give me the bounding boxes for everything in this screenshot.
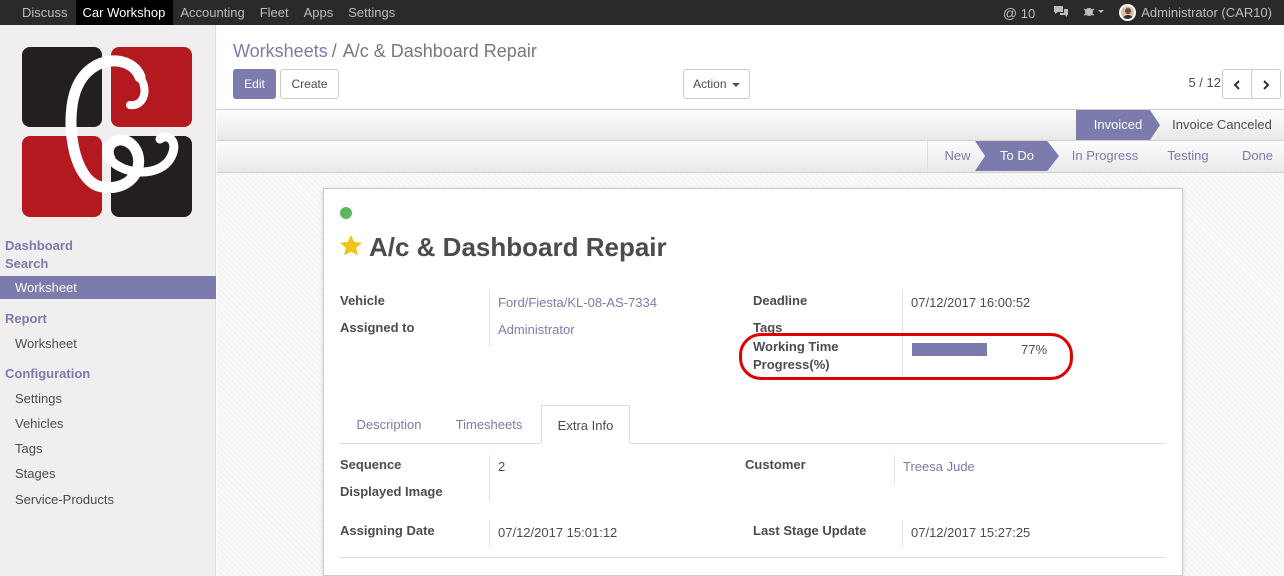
- breadcrumb: Worksheets / A/c & Dashboard Repair: [233, 41, 537, 62]
- menu-settings[interactable]: Settings: [341, 0, 403, 25]
- top-navbar: Discuss Car Workshop Accounting Fleet Ap…: [0, 0, 1284, 25]
- stage-in-progress[interactable]: In Progress: [1055, 141, 1155, 171]
- section-dashboard[interactable]: Dashboard: [5, 238, 73, 253]
- app-menu: Discuss Car Workshop Accounting Fleet Ap…: [0, 0, 403, 25]
- debug-bug-icon[interactable]: [1083, 5, 1105, 21]
- stage-new[interactable]: New: [927, 141, 987, 171]
- displayed-image-label: Displayed Image: [340, 484, 443, 499]
- assigning-date-label: Assigning Date: [340, 523, 435, 538]
- sidebar-item-settings[interactable]: Settings: [0, 387, 216, 410]
- sidebar: Dashboard Search Worksheet Report Worksh…: [0, 25, 216, 576]
- menu-apps[interactable]: Apps: [297, 0, 342, 25]
- vehicle-value[interactable]: Ford/Fiesta/KL-08-AS-7334: [498, 295, 657, 310]
- sidebar-item-vehicles[interactable]: Vehicles: [0, 412, 216, 435]
- at-icon: @: [1002, 4, 1018, 21]
- stage-done[interactable]: Done: [1231, 141, 1284, 171]
- vehicle-label: Vehicle: [340, 293, 385, 308]
- sidebar-item-service-products[interactable]: Service-Products: [0, 488, 216, 511]
- customer-value[interactable]: Treesa Jude: [903, 459, 975, 474]
- sidebar-item-search-worksheet[interactable]: Worksheet: [0, 276, 216, 299]
- record-title: A/c & Dashboard Repair: [369, 232, 667, 262]
- divider: [489, 455, 490, 501]
- deadline-value[interactable]: 07/12/2017 16:00:52: [911, 295, 1030, 310]
- assigning-date-value[interactable]: 07/12/2017 15:01:12: [498, 525, 617, 540]
- mentions-count: 10: [1020, 5, 1036, 21]
- breadcrumb-current: A/c & Dashboard Repair: [342, 41, 537, 61]
- menu-car-workshop[interactable]: Car Workshop: [75, 0, 174, 25]
- section-report: Report: [5, 311, 47, 326]
- menu-discuss[interactable]: Discuss: [0, 0, 76, 25]
- stage-to-do[interactable]: To Do: [975, 141, 1059, 171]
- stage-testing[interactable]: Testing: [1145, 141, 1231, 171]
- mentions-button[interactable]: @ 10: [1003, 5, 1035, 21]
- stage-statusbar: New To Do In Progress Testing Done: [217, 141, 1284, 173]
- chevron-right-icon: [1263, 80, 1270, 90]
- user-menu[interactable]: Administrator (CAR10): [1119, 4, 1272, 21]
- tab-extra-info[interactable]: Extra Info: [541, 405, 630, 444]
- avatar: [1119, 4, 1137, 21]
- divider: [489, 290, 490, 346]
- chat-icon[interactable]: [1053, 5, 1069, 21]
- customer-label: Customer: [745, 457, 806, 472]
- notebook-bottom-line: [340, 557, 1166, 558]
- last-stage-update-value[interactable]: 07/12/2017 15:27:25: [911, 525, 1030, 540]
- menu-fleet[interactable]: Fleet: [253, 0, 297, 25]
- sequence-value[interactable]: 2: [498, 459, 505, 474]
- sidebar-item-tags[interactable]: Tags: [0, 437, 216, 460]
- sidebar-item-stages[interactable]: Stages: [0, 462, 216, 485]
- menu-accounting[interactable]: Accounting: [173, 0, 252, 25]
- assigned-value[interactable]: Administrator: [498, 322, 575, 337]
- section-search: Search: [5, 256, 49, 271]
- tab-timesheets[interactable]: Timesheets: [442, 405, 536, 444]
- chevron-left-icon: [1233, 80, 1240, 90]
- sequence-label: Sequence: [340, 457, 402, 472]
- section-configuration: Configuration: [5, 366, 91, 381]
- breadcrumb-worksheets[interactable]: Worksheets: [233, 41, 328, 61]
- star-icon[interactable]: [339, 234, 363, 260]
- pager-next-button[interactable]: [1251, 69, 1281, 99]
- user-name: Administrator (CAR10): [1141, 5, 1272, 20]
- invoice-statusbar: Invoiced Invoice Canceled: [217, 110, 1284, 141]
- systray: @ 10 Administrator (CAR10): [1003, 0, 1284, 25]
- pager-previous-button[interactable]: [1222, 69, 1252, 99]
- action-label: Action: [693, 77, 727, 91]
- deadline-label: Deadline: [753, 293, 808, 308]
- status-invoiced[interactable]: Invoiced: [1076, 110, 1160, 140]
- pager-value[interactable]: 5 / 12: [1188, 75, 1221, 90]
- status-dot[interactable]: [340, 207, 352, 219]
- highlight-annotation: [739, 333, 1073, 380]
- breadcrumb-separator: /: [331, 41, 337, 61]
- action-dropdown[interactable]: Action: [683, 69, 750, 99]
- last-stage-update-label: Last Stage Update: [753, 523, 867, 538]
- control-panel: Worksheets / A/c & Dashboard Repair Edit C…: [217, 25, 1284, 110]
- assigned-label: Assigned to: [340, 320, 415, 335]
- sidebar-item-report-worksheet[interactable]: Worksheet: [0, 332, 216, 355]
- company-logo: [22, 47, 192, 217]
- divider: [902, 520, 903, 548]
- create-button[interactable]: Create: [280, 69, 339, 99]
- tab-description[interactable]: Description: [342, 405, 436, 444]
- edit-button[interactable]: Edit: [233, 69, 276, 99]
- divider: [894, 455, 895, 483]
- status-invoice-canceled[interactable]: Invoice Canceled: [1161, 110, 1283, 140]
- divider: [489, 520, 490, 548]
- caret-down-icon: [731, 82, 740, 87]
